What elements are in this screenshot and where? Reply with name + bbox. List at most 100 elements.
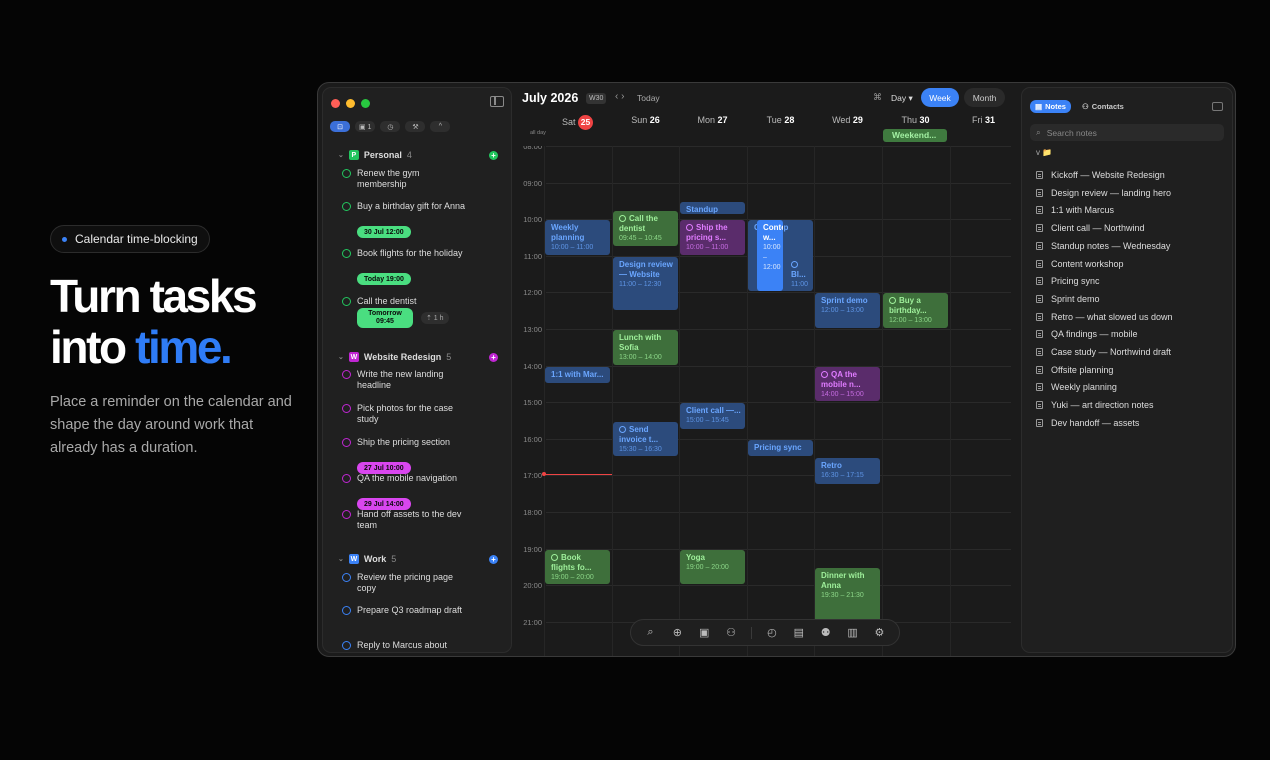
note-item[interactable]: 1:1 with Marcus bbox=[1036, 205, 1114, 215]
task-checkbox[interactable] bbox=[342, 202, 351, 211]
prev-next-arrows[interactable]: ‹ › bbox=[615, 91, 624, 102]
tab-contacts[interactable]: ⚇ Contacts bbox=[1077, 100, 1129, 113]
task-checkbox[interactable] bbox=[342, 249, 351, 258]
search-icon[interactable]: ⌕ bbox=[643, 626, 657, 639]
close-window-button[interactable] bbox=[331, 99, 340, 108]
task-circle-icon[interactable] bbox=[889, 297, 896, 305]
calendar-event[interactable]: Buy a birthday... 12:00 – 13:00 bbox=[883, 293, 948, 328]
task-checkbox[interactable] bbox=[342, 169, 351, 178]
calendar-icon[interactable]: ▣ 1 bbox=[355, 121, 376, 132]
task-circle-icon[interactable] bbox=[619, 215, 626, 223]
calendar-event[interactable]: Lunch with Sofia 13:00 – 14:00 bbox=[613, 330, 678, 365]
note-item[interactable]: Yuki — art direction notes bbox=[1036, 400, 1154, 410]
calendar-event[interactable]: Ship the pricing s... 10:00 – 11:00 bbox=[680, 220, 745, 255]
task-item[interactable]: Hand off assets to the dev team bbox=[342, 509, 502, 549]
chevron-down-icon[interactable]: ⌄ bbox=[338, 151, 344, 159]
note-item[interactable]: Weekly planning bbox=[1036, 382, 1117, 392]
history-icon[interactable]: ◴ bbox=[765, 626, 779, 639]
task-checkbox[interactable] bbox=[342, 404, 351, 413]
command-icon[interactable]: ⌘ bbox=[873, 92, 882, 103]
day-header[interactable]: Tue 28 bbox=[747, 115, 814, 125]
day-selector[interactable]: Day ▾ bbox=[891, 93, 913, 104]
calendar-event[interactable]: 1:1 with Mar... bbox=[545, 366, 610, 383]
calendar-event[interactable]: Call the dentist 09:45 – 10:45 bbox=[613, 211, 678, 246]
calendar-event[interactable]: QA the mobile n... 14:00 – 15:00 bbox=[815, 366, 880, 402]
week-view-button[interactable]: Week bbox=[921, 88, 959, 107]
note-item[interactable]: QA findings — mobile bbox=[1036, 329, 1138, 339]
panel-toggle-icon[interactable] bbox=[1212, 102, 1223, 111]
note-item[interactable]: Client call — Northwind bbox=[1036, 223, 1145, 233]
note-item[interactable]: Case study — Northwind draft bbox=[1036, 347, 1171, 357]
note-item[interactable]: Kickoff — Website Redesign bbox=[1036, 170, 1165, 180]
zoom-window-button[interactable] bbox=[361, 99, 370, 108]
notes-search-input[interactable]: ⌕ Search notes bbox=[1030, 124, 1224, 141]
note-item[interactable]: Design review — landing hero bbox=[1036, 188, 1171, 198]
month-view-button[interactable]: Month bbox=[964, 88, 1005, 107]
calendar-event[interactable]: Sprint demo 12:00 – 13:00 bbox=[815, 293, 880, 328]
calendar-event[interactable]: Yoga 19:00 – 20:00 bbox=[680, 549, 745, 585]
task-item[interactable]: Buy a birthday gift for Anna 30 Jul 12:00 bbox=[342, 201, 502, 241]
group-header[interactable]: ⌄ P Personal 4 + bbox=[338, 150, 498, 160]
inbox-icon[interactable]: ⊡ bbox=[330, 121, 350, 132]
task-checkbox[interactable] bbox=[342, 438, 351, 447]
task-checkbox[interactable] bbox=[342, 474, 351, 483]
tab-notes[interactable]: ▤ Notes bbox=[1030, 100, 1071, 113]
calendar-event[interactable]: Book flights fo... 19:00 – 20:00 bbox=[545, 549, 610, 585]
day-header[interactable]: Sat 25 bbox=[544, 115, 611, 130]
folder-toggle[interactable]: v 📁 bbox=[1036, 148, 1052, 157]
task-item[interactable]: Book flights for the holiday Today 19:00 bbox=[342, 248, 502, 288]
task-circle-icon[interactable] bbox=[551, 553, 558, 561]
task-checkbox[interactable] bbox=[342, 573, 351, 582]
calendar-event[interactable]: Design review — Website 11:00 – 12:30 bbox=[613, 256, 678, 310]
task-checkbox[interactable] bbox=[342, 606, 351, 615]
task-circle-icon[interactable] bbox=[619, 425, 626, 433]
calendar-event[interactable]: Client call —... 15:00 – 15:45 bbox=[680, 403, 745, 429]
magic-wand-icon[interactable]: ⚒ bbox=[405, 121, 426, 132]
note-item[interactable]: Pricing sync bbox=[1036, 276, 1100, 286]
task-checkbox[interactable] bbox=[342, 370, 351, 379]
task-item[interactable]: QA the mobile navigation 29 Jul 14:00 bbox=[342, 473, 502, 513]
calendar-settings-icon[interactable]: ▣ bbox=[697, 626, 711, 639]
calendar-event[interactable]: Bl...11:00 – 12:00 bbox=[785, 256, 812, 292]
notes-icon[interactable]: ▤ bbox=[792, 626, 806, 639]
chevron-down-icon[interactable]: ⌄ bbox=[338, 555, 344, 563]
task-circle-icon[interactable] bbox=[791, 260, 798, 268]
task-item[interactable]: Call the dentist Tomorrow 09:45 ⇡ 1 h bbox=[342, 296, 502, 336]
calendar-event[interactable]: Weekly planning 10:00 – 11:00 bbox=[545, 220, 610, 255]
calendar-event[interactable]: Pricing sync bbox=[748, 439, 813, 457]
today-button[interactable]: Today bbox=[637, 93, 660, 103]
task-circle-icon[interactable] bbox=[821, 370, 828, 378]
task-checkbox[interactable] bbox=[342, 297, 351, 306]
note-item[interactable]: Sprint demo bbox=[1036, 294, 1100, 304]
task-item[interactable]: Prepare Q3 roadmap draft bbox=[342, 605, 502, 645]
chevron-left-icon[interactable]: ‹ bbox=[615, 91, 618, 102]
all-day-event[interactable]: Weekend... bbox=[883, 129, 947, 142]
add-icon[interactable]: ⊕ bbox=[670, 626, 684, 639]
note-item[interactable]: Retro — what slowed us down bbox=[1036, 312, 1173, 322]
note-item[interactable]: Dev handoff — assets bbox=[1036, 418, 1139, 428]
columns-icon[interactable]: ▥ bbox=[846, 626, 860, 639]
calendar-event[interactable]: Standup bbox=[680, 201, 745, 214]
task-checkbox[interactable] bbox=[342, 641, 351, 650]
settings-icon[interactable]: ⚙ bbox=[872, 626, 886, 639]
day-header[interactable]: Wed 29 bbox=[814, 115, 881, 125]
time-grid[interactable]: 08:00 09:00 10:00 11:00 12:00 13:00 14:00 15:00… bbox=[516, 146, 1016, 656]
day-header[interactable]: Fri 31 bbox=[950, 115, 1017, 125]
chevron-down-icon[interactable]: ⌄ bbox=[338, 353, 344, 361]
day-header[interactable]: Sun 26 bbox=[612, 115, 679, 125]
calendar-event[interactable]: Send invoice t... 15:30 – 16:30 bbox=[613, 421, 678, 457]
note-item[interactable]: Offsite planning bbox=[1036, 365, 1113, 375]
group-header[interactable]: ⌄ W Website Redesign 5 + bbox=[338, 352, 498, 362]
people-icon[interactable]: ⚉ bbox=[819, 626, 833, 639]
minimize-window-button[interactable] bbox=[346, 99, 355, 108]
task-item[interactable]: Ship the pricing section 27 Jul 10:00 bbox=[342, 437, 502, 477]
task-checkbox[interactable] bbox=[342, 510, 351, 519]
add-task-icon[interactable]: + bbox=[489, 150, 498, 160]
day-header[interactable]: Thu 30 bbox=[882, 115, 949, 125]
add-task-icon[interactable]: + bbox=[489, 352, 498, 362]
person-settings-icon[interactable]: ⚇ bbox=[724, 626, 738, 639]
day-header[interactable]: Mon 27 bbox=[679, 115, 746, 125]
group-header[interactable]: ⌄ W Work 5 + bbox=[338, 554, 498, 564]
sidebar-toggle-icon[interactable] bbox=[490, 96, 504, 107]
clock-icon[interactable]: ◷ bbox=[380, 121, 401, 132]
